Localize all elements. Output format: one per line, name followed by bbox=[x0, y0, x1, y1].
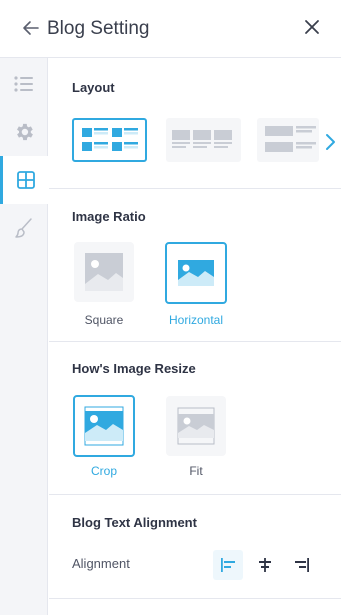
layout-grid-icon bbox=[17, 171, 35, 189]
resize-option-label: Crop bbox=[90, 464, 117, 478]
list-icon bbox=[14, 76, 33, 92]
close-button[interactable] bbox=[301, 16, 323, 38]
chevron-right-icon bbox=[326, 134, 335, 150]
resize-option-crop[interactable] bbox=[73, 395, 135, 457]
layout-option-grid-2-column[interactable] bbox=[72, 118, 147, 162]
align-right-icon bbox=[295, 558, 309, 572]
layout-option-list-left-image[interactable] bbox=[257, 118, 319, 162]
alignment-label: Alignment bbox=[72, 556, 130, 571]
align-center-icon bbox=[259, 558, 271, 572]
back-button[interactable] bbox=[20, 17, 42, 39]
layout-option-grid-3-column[interactable] bbox=[166, 118, 241, 162]
tab-layout[interactable] bbox=[0, 156, 49, 204]
settings-content: Layout Image Ratio Square Horizontal How… bbox=[49, 58, 341, 615]
text-alignment-section: Blog Text Alignment Alignment bbox=[49, 495, 341, 599]
image-placeholder-icon bbox=[84, 406, 124, 446]
ratio-option-horizontal[interactable] bbox=[165, 242, 227, 304]
image-ratio-section: Image Ratio Square Horizontal bbox=[49, 189, 341, 342]
section-title: Image Ratio bbox=[72, 209, 146, 224]
arrow-left-icon bbox=[23, 21, 39, 35]
resize-option-label: Fit bbox=[189, 464, 203, 478]
side-tab-rail bbox=[0, 58, 49, 615]
tab-list[interactable] bbox=[0, 60, 48, 108]
layout-thumbnail-icon bbox=[172, 130, 232, 148]
ratio-option-label: Horizontal bbox=[168, 313, 224, 327]
layout-next-button[interactable] bbox=[319, 126, 341, 158]
tab-settings[interactable] bbox=[0, 108, 48, 156]
brush-icon bbox=[15, 218, 32, 238]
layout-section: Layout bbox=[49, 58, 341, 189]
panel-title: Blog Setting bbox=[47, 18, 150, 39]
ratio-option-square[interactable] bbox=[74, 242, 134, 302]
align-center-button[interactable] bbox=[250, 550, 280, 580]
layout-thumbnail-icon bbox=[265, 126, 316, 152]
section-title: How's Image Resize bbox=[72, 361, 196, 376]
section-title: Layout bbox=[72, 80, 115, 95]
image-placeholder-icon bbox=[178, 260, 214, 286]
ratio-option-label: Square bbox=[84, 313, 124, 327]
close-icon bbox=[305, 20, 319, 34]
image-resize-section: How's Image Resize Crop Fit bbox=[49, 342, 341, 495]
section-title: Blog Text Alignment bbox=[72, 515, 197, 530]
gear-icon bbox=[17, 123, 33, 141]
align-right-button[interactable] bbox=[287, 550, 317, 580]
tab-design[interactable] bbox=[0, 204, 48, 252]
align-left-icon bbox=[221, 558, 235, 572]
layout-thumbnail-icon bbox=[82, 128, 138, 151]
image-placeholder-icon bbox=[177, 407, 215, 445]
align-left-button[interactable] bbox=[213, 550, 243, 580]
panel-header: Blog Setting bbox=[0, 0, 341, 58]
resize-option-fit[interactable] bbox=[166, 396, 226, 456]
image-placeholder-icon bbox=[85, 253, 123, 291]
